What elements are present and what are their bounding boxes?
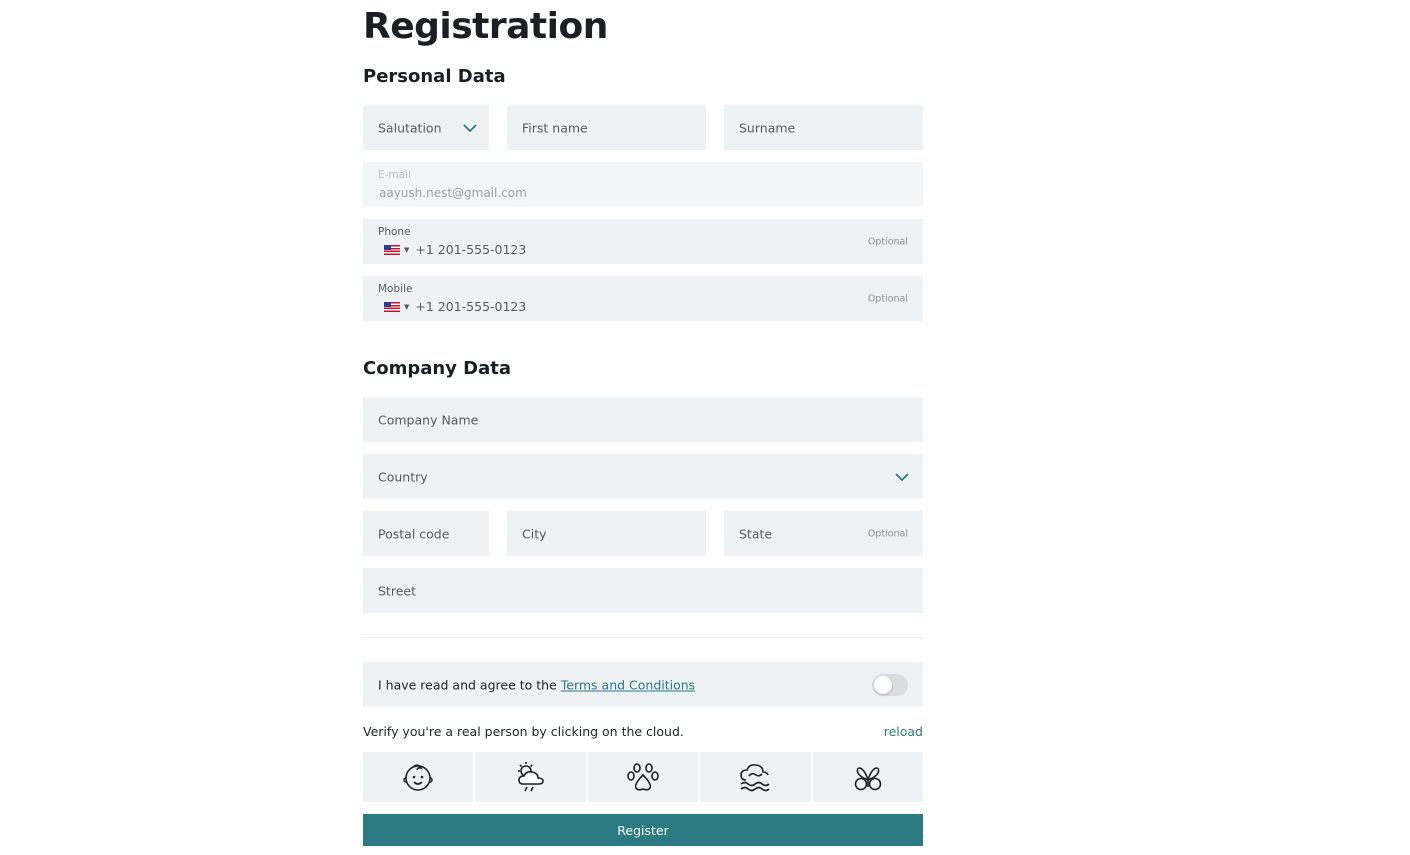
surname-input[interactable]: Surname xyxy=(724,105,923,150)
email-value: aayush.nest@gmail.com xyxy=(379,186,527,200)
state-optional-tag: Optional xyxy=(867,528,908,539)
personal-data-heading: Personal Data xyxy=(363,66,506,87)
mobile-label: Mobile xyxy=(378,283,413,295)
state-placeholder: State xyxy=(739,526,773,541)
terms-prefix: I have read and agree to the xyxy=(378,677,561,692)
postal-code-input[interactable]: Postal code xyxy=(363,511,489,556)
terms-text: I have read and agree to the Terms and C… xyxy=(378,677,695,692)
phone-value: +1 201-555-0123 xyxy=(415,242,527,257)
us-flag-icon[interactable] xyxy=(384,301,400,312)
company-name-input[interactable]: Company Name xyxy=(363,397,923,442)
city-input[interactable]: City xyxy=(507,511,706,556)
phone-optional-tag: Optional xyxy=(867,236,908,247)
captcha-prompt: Verify you're a real person by clicking … xyxy=(363,724,684,739)
salutation-select[interactable]: Salutation xyxy=(363,105,489,150)
terms-link[interactable]: Terms and Conditions xyxy=(561,677,695,692)
captcha-option-baby[interactable] xyxy=(363,752,474,802)
terms-toggle[interactable] xyxy=(872,673,908,696)
section-divider xyxy=(363,637,923,638)
baby-face-icon xyxy=(403,764,433,791)
email-label: E-mail xyxy=(378,169,411,181)
country-select[interactable]: Country xyxy=(363,454,923,499)
mobile-optional-tag: Optional xyxy=(867,293,908,304)
phone-row: ▼ +1 201-555-0123 xyxy=(384,242,526,257)
captcha-option-paw[interactable] xyxy=(587,752,699,802)
state-input[interactable]: State Optional xyxy=(724,511,923,556)
captcha-option-cloud-wave[interactable] xyxy=(700,752,811,802)
caret-down-icon[interactable]: ▼ xyxy=(404,303,409,311)
butterfly-icon xyxy=(854,767,882,791)
us-flag-icon[interactable] xyxy=(384,244,400,255)
phone-label: Phone xyxy=(378,226,411,238)
register-button[interactable]: Register xyxy=(363,814,923,846)
city-placeholder: City xyxy=(522,526,547,541)
company-name-placeholder: Company Name xyxy=(378,412,479,427)
email-field[interactable]: E-mail aayush.nest@gmail.com xyxy=(363,162,923,207)
mobile-field[interactable]: Mobile ▼ +1 201-555-0123 Optional xyxy=(363,276,923,321)
street-input[interactable]: Street xyxy=(363,568,923,613)
company-data-heading: Company Data xyxy=(363,358,512,379)
captcha-option-butterfly[interactable] xyxy=(812,752,924,802)
cloud-wave-icon xyxy=(740,764,770,792)
salutation-placeholder: Salutation xyxy=(378,120,442,135)
mobile-row: ▼ +1 201-555-0123 xyxy=(384,299,526,314)
postal-code-placeholder: Postal code xyxy=(378,526,450,541)
first-name-placeholder: First name xyxy=(522,120,588,135)
sun-cloud-rain-icon xyxy=(517,762,544,792)
surname-placeholder: Surname xyxy=(739,120,796,135)
captcha-reload-link[interactable]: reload xyxy=(884,724,923,739)
street-placeholder: Street xyxy=(378,583,416,598)
mobile-value: +1 201-555-0123 xyxy=(415,299,527,314)
page-title: Registration xyxy=(363,6,608,47)
chevron-down-icon xyxy=(895,472,909,481)
terms-row: I have read and agree to the Terms and C… xyxy=(363,662,923,707)
captcha-grid xyxy=(363,752,924,802)
captcha-option-sun-cloud[interactable] xyxy=(475,752,586,802)
caret-down-icon[interactable]: ▼ xyxy=(404,246,409,254)
country-placeholder: Country xyxy=(378,469,428,484)
phone-field[interactable]: Phone ▼ +1 201-555-0123 Optional xyxy=(363,219,923,264)
toggle-knob xyxy=(874,675,892,694)
chevron-down-icon xyxy=(463,123,477,132)
first-name-input[interactable]: First name xyxy=(507,105,706,150)
paw-icon xyxy=(627,763,659,791)
